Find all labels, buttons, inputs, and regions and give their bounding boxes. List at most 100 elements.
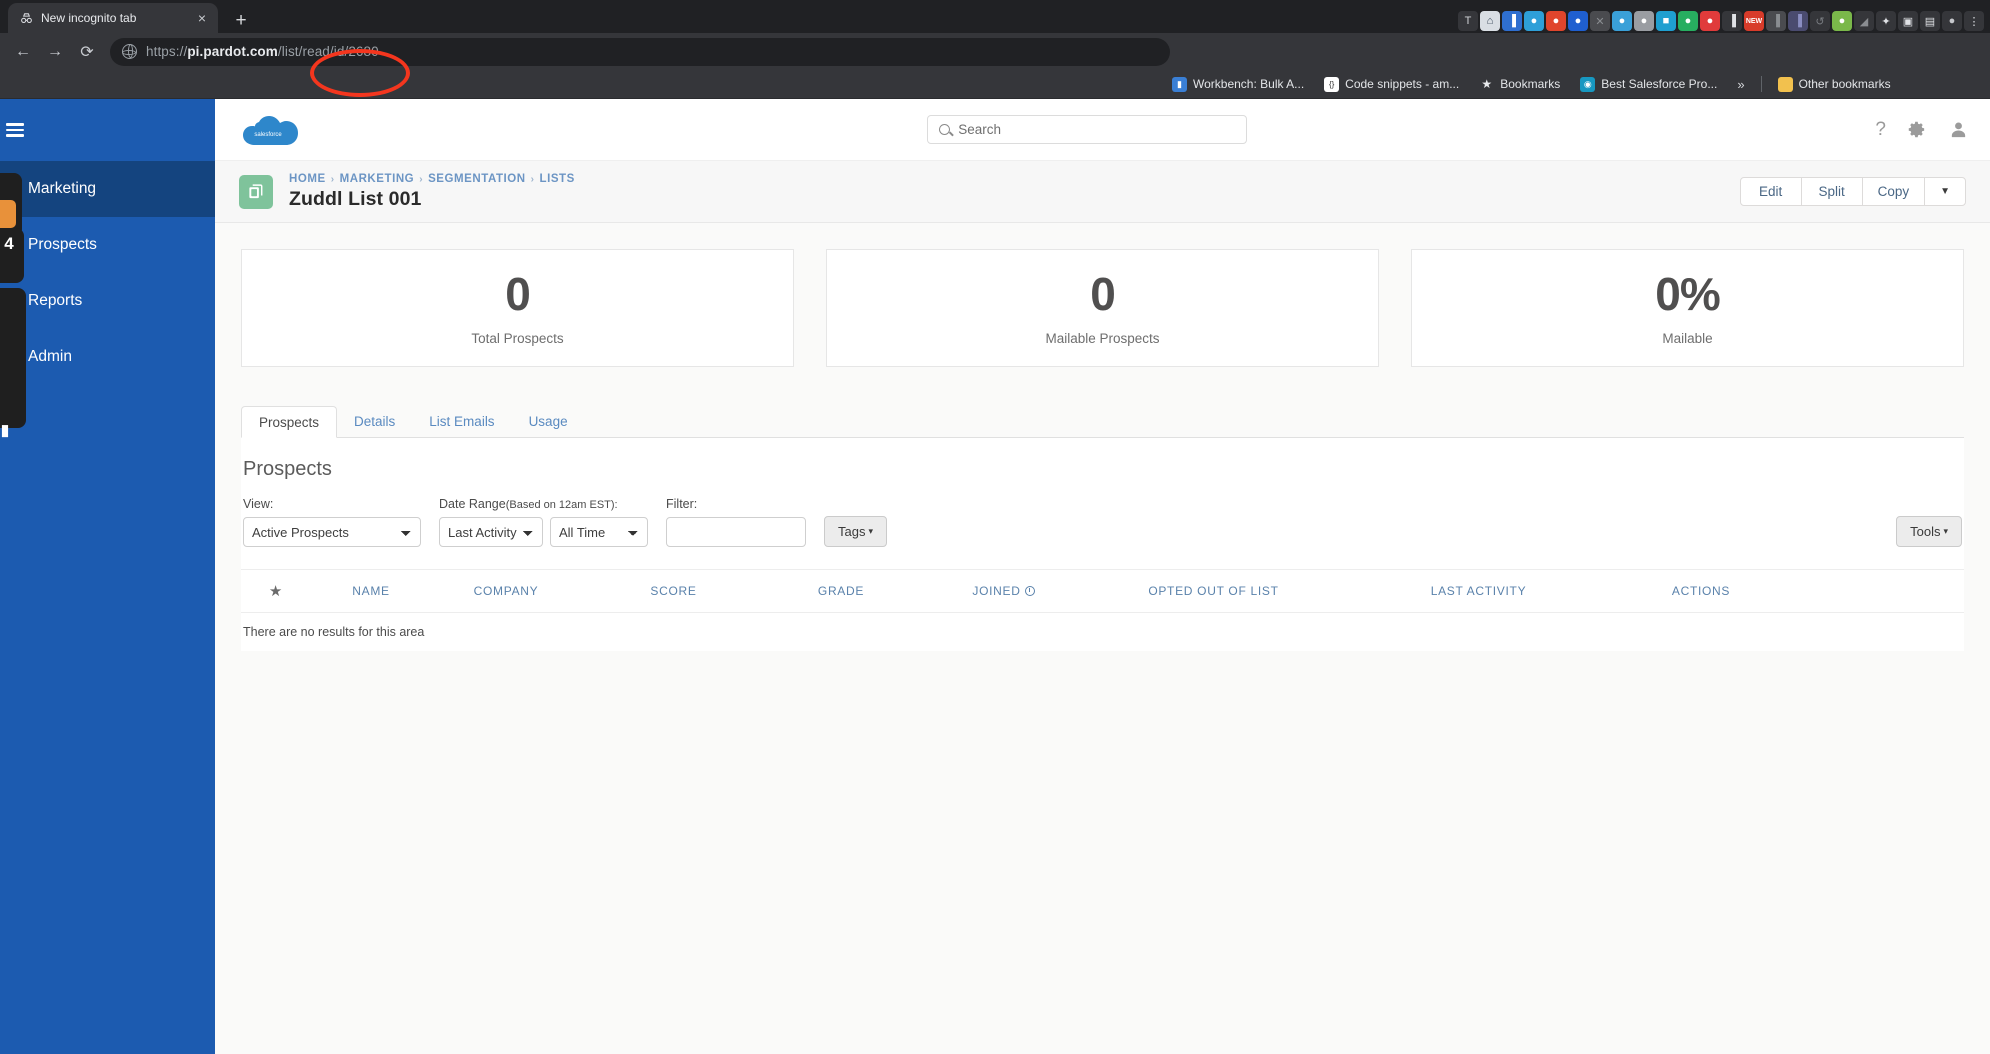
sidebar-item-admin[interactable]: Admin xyxy=(0,329,215,385)
tab-usage[interactable]: Usage xyxy=(512,405,585,437)
stat-card-mailable-percent: 0% Mailable xyxy=(1411,249,1964,367)
grade-column[interactable]: GRADE xyxy=(766,569,916,613)
breadcrumb-marketing[interactable]: MARKETING xyxy=(340,173,415,185)
search-input[interactable] xyxy=(958,122,1236,137)
prospects-table: ★ NAME COMPANY SCORE GRADE JOINED OPTED … xyxy=(241,569,1964,651)
breadcrumb-separator: › xyxy=(530,173,535,185)
grey-doc-extension[interactable]: ▐ xyxy=(1766,11,1786,31)
news-extension[interactable]: NEW xyxy=(1744,11,1764,31)
help-icon[interactable]: ? xyxy=(1875,119,1886,141)
grey-x-extension[interactable]: ✕ xyxy=(1590,11,1610,31)
pin-red-extension[interactable]: ● xyxy=(1700,11,1720,31)
bookmark-item[interactable]: ▮ Workbench: Bulk A... xyxy=(1164,74,1312,95)
hamburger-icon[interactable] xyxy=(6,123,24,137)
date-period-select[interactable]: All Time xyxy=(550,517,648,547)
tab-details[interactable]: Details xyxy=(337,405,412,437)
tags-button[interactable]: Tags ▾ xyxy=(824,516,887,547)
reload-icon[interactable]: ⟳ xyxy=(72,37,102,67)
sidebar-item-prospects[interactable]: Prospects xyxy=(0,217,215,273)
filler-column xyxy=(1781,569,1964,613)
bookmark-item[interactable]: ◉ Best Salesforce Pro... xyxy=(1572,74,1725,95)
cloud-extension[interactable]: ● xyxy=(1612,11,1632,31)
green-circle-extension[interactable]: ● xyxy=(1678,11,1698,31)
view-select[interactable]: Active Prospects xyxy=(243,517,421,547)
sidebar-item-reports[interactable]: Reports xyxy=(0,273,215,329)
new-tab-button[interactable]: + xyxy=(230,11,252,30)
breadcrumb-segmentation[interactable]: SEGMENTATION xyxy=(428,173,526,185)
breadcrumb-lists[interactable]: LISTS xyxy=(540,173,575,185)
copy-button[interactable]: Copy xyxy=(1861,177,1926,206)
edit-button[interactable]: Edit xyxy=(1739,177,1802,206)
profile-avatar[interactable]: ● xyxy=(1942,11,1962,31)
star-icon: ★ xyxy=(1481,77,1493,91)
browser-tab[interactable]: New incognito tab × xyxy=(8,3,218,33)
extension-badge-white[interactable]: ▮ xyxy=(0,419,10,441)
search-icon xyxy=(939,124,951,135)
sidepanel-extension[interactable]: ▤ xyxy=(1920,11,1940,31)
text-extension[interactable]: T xyxy=(1458,11,1478,31)
joined-column[interactable]: JOINED xyxy=(916,569,1091,613)
page-scrollbar[interactable] xyxy=(1982,99,1990,1054)
opted-out-column[interactable]: OPTED OUT OF LIST xyxy=(1091,569,1336,613)
circle-blue-extension[interactable]: ● xyxy=(1568,11,1588,31)
chevron-down-icon: ▾ xyxy=(868,526,873,536)
purple-extension[interactable]: ▐ xyxy=(1788,11,1808,31)
bookmark-item[interactable]: ★ Bookmarks xyxy=(1471,74,1568,95)
cast-extension[interactable]: ▣ xyxy=(1898,11,1918,31)
house-extension[interactable]: ⌂ xyxy=(1480,11,1500,31)
grey-orb-extension[interactable]: ● xyxy=(1634,11,1654,31)
filter-label: Filter: xyxy=(666,497,698,511)
other-bookmarks-label: Other bookmarks xyxy=(1798,77,1891,91)
score-column[interactable]: SCORE xyxy=(581,569,766,613)
stat-value: 0 xyxy=(505,267,531,320)
puzzle-extension[interactable]: ✦ xyxy=(1876,11,1896,31)
tab-list-emails[interactable]: List Emails xyxy=(412,405,511,437)
tools-button[interactable]: Tools ▾ xyxy=(1896,516,1962,547)
last-activity-column[interactable]: LAST ACTIVITY xyxy=(1336,569,1621,613)
split-button[interactable]: Split xyxy=(1800,177,1863,206)
date-metric-select[interactable]: Last Activity xyxy=(439,517,543,547)
book-extension[interactable]: ▐ xyxy=(1502,11,1522,31)
global-search[interactable] xyxy=(927,115,1248,144)
green-leaf-extension[interactable]: ● xyxy=(1832,11,1852,31)
address-bar[interactable]: https://pi.pardot.com/list/read/id/2680 xyxy=(110,37,1170,66)
tab-prospects[interactable]: Prospects xyxy=(241,406,338,438)
sidebar-item-label: Reports xyxy=(28,292,83,309)
chrome-menu-icon[interactable]: ⋮ xyxy=(1964,11,1984,31)
table-header: ★ NAME COMPANY SCORE GRADE JOINED OPTED … xyxy=(241,569,1964,613)
stat-card-mailable-prospects: 0 Mailable Prospects xyxy=(826,249,1379,367)
bookmark-favicon: ▮ xyxy=(1172,76,1187,92)
close-icon[interactable]: × xyxy=(194,11,210,25)
header-icons: ? xyxy=(1875,119,1968,141)
stat-value: 0% xyxy=(1655,267,1720,320)
gear-icon[interactable] xyxy=(1908,120,1927,139)
breadcrumb: HOME › MARKETING › SEGMENTATION › LISTS xyxy=(289,173,575,185)
stat-value: 0 xyxy=(1090,267,1116,320)
square-teal-extension[interactable]: ■ xyxy=(1656,11,1676,31)
extension-count-badge[interactable]: 4 xyxy=(0,231,18,257)
bookmark-item[interactable]: {} Code snippets - am... xyxy=(1316,74,1467,95)
breadcrumb-separator: › xyxy=(419,173,424,185)
bookmark-label: Workbench: Bulk A... xyxy=(1193,77,1305,91)
extension-badge-orange[interactable] xyxy=(0,200,16,228)
sidebar-item-label: Admin xyxy=(28,348,72,365)
back-icon[interactable]: ← xyxy=(8,37,38,67)
page-header: HOME › MARKETING › SEGMENTATION › LISTS Zuddl … xyxy=(215,161,1990,223)
company-column[interactable]: COMPANY xyxy=(431,569,581,613)
salesforce-logo: salesforce xyxy=(237,108,299,152)
bookmarks-overflow-button[interactable]: » xyxy=(1729,77,1752,92)
forward-icon[interactable]: → xyxy=(40,37,70,67)
favorite-column[interactable]: ★ xyxy=(241,569,311,613)
name-column[interactable]: NAME xyxy=(311,569,431,613)
other-bookmarks-button[interactable]: Other bookmarks xyxy=(1770,74,1899,95)
filter-input[interactable] xyxy=(666,517,806,547)
droplet-extension[interactable]: ● xyxy=(1524,11,1544,31)
breadcrumb-home[interactable]: HOME xyxy=(289,173,326,185)
user-icon[interactable] xyxy=(1949,120,1968,139)
history-extension[interactable]: ↺ xyxy=(1810,11,1830,31)
bookmark-extension[interactable]: ▐ xyxy=(1722,11,1742,31)
more-actions-button[interactable]: ▼ xyxy=(1924,177,1966,206)
grey-triangle-extension[interactable]: ◢ xyxy=(1854,11,1874,31)
flame-extension[interactable]: ● xyxy=(1546,11,1566,31)
sidebar-item-marketing[interactable]: Marketing xyxy=(0,161,215,217)
